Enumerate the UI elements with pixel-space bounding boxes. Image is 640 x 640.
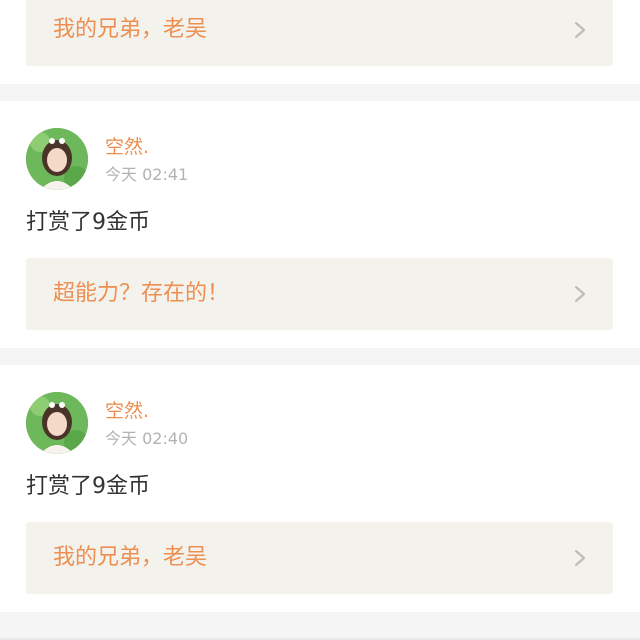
reward-message: 打赏了9金币 bbox=[26, 474, 150, 499]
article-link-title: 我的兄弟，老吴 bbox=[53, 545, 208, 570]
timestamp: 今天 02:40 bbox=[105, 429, 189, 448]
reward-feed: 我的兄弟，老吴 空然. 今天 02:41 打赏了9金币 超能力？存在的！ 空然.… bbox=[0, 0, 640, 640]
feed-item: 空然. 今天 02:41 打赏了9金币 超能力？存在的！ bbox=[0, 101, 640, 348]
article-link-title: 超能力？存在的！ bbox=[53, 281, 230, 306]
username[interactable]: 空然. bbox=[105, 400, 149, 422]
avatar[interactable] bbox=[26, 392, 88, 454]
chevron-right-icon bbox=[573, 284, 587, 304]
chevron-right-icon bbox=[573, 548, 587, 568]
reward-message: 打赏了9金币 bbox=[26, 210, 150, 235]
username[interactable]: 空然. bbox=[105, 136, 149, 158]
feed-item: 空然. 今天 02:40 打赏了9金币 我的兄弟，老吴 bbox=[0, 365, 640, 612]
timestamp: 今天 02:41 bbox=[105, 165, 189, 184]
feed-item: 我的兄弟，老吴 bbox=[0, 0, 640, 84]
article-link[interactable]: 超能力？存在的！ bbox=[26, 258, 613, 330]
article-link[interactable]: 我的兄弟，老吴 bbox=[26, 522, 613, 594]
article-link[interactable]: 我的兄弟，老吴 bbox=[26, 0, 613, 66]
avatar[interactable] bbox=[26, 128, 88, 190]
article-link-title: 我的兄弟，老吴 bbox=[53, 17, 208, 42]
chevron-right-icon bbox=[573, 20, 587, 40]
